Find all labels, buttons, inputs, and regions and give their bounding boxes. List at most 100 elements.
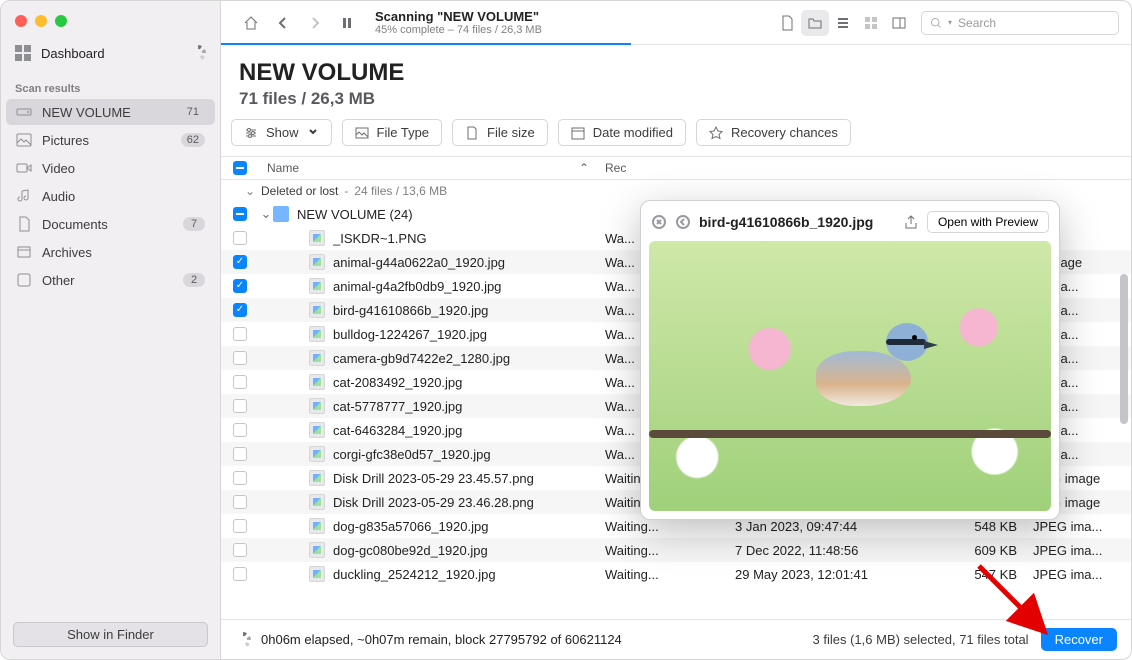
file-name: duckling_2524212_1920.jpg <box>333 567 496 582</box>
vertical-scrollbar[interactable] <box>1118 234 1130 604</box>
checkbox[interactable] <box>233 279 247 293</box>
chevron-down-icon <box>307 125 319 140</box>
sidebar-item-label: Pictures <box>42 133 89 148</box>
view-folder-icon[interactable] <box>801 10 829 36</box>
file-icon <box>309 350 325 366</box>
window-close[interactable] <box>15 15 27 27</box>
sidebar-item-dashboard[interactable]: Dashboard <box>1 37 220 69</box>
sidebar-item-audio[interactable]: Audio <box>6 183 215 209</box>
scan-progress-bar <box>221 43 631 45</box>
recover-button[interactable]: Recover <box>1041 628 1117 651</box>
file-icon <box>309 230 325 246</box>
file-size-label: File size <box>487 125 535 140</box>
sidebar-item-label: Other <box>42 273 75 288</box>
share-icon[interactable] <box>903 214 919 230</box>
checkbox[interactable] <box>233 303 247 317</box>
sidebar-item-other[interactable]: Other 2 <box>6 267 215 293</box>
file-size-filter[interactable]: File size <box>452 119 548 146</box>
group-header[interactable]: ⌄ Deleted or lost - 24 files / 13,6 MB <box>221 180 1131 202</box>
file-name: cat-5778777_1920.jpg <box>333 399 462 414</box>
pause-icon[interactable] <box>333 10 361 36</box>
checkbox[interactable] <box>233 255 247 269</box>
home-icon[interactable] <box>237 10 265 36</box>
sidebar-item-pictures[interactable]: Pictures 62 <box>6 127 215 153</box>
checkbox[interactable] <box>233 543 247 557</box>
spinner-icon <box>190 45 206 61</box>
file-icon <box>309 326 325 342</box>
previous-icon[interactable] <box>675 214 691 230</box>
checkbox[interactable] <box>233 471 247 485</box>
sidebar-item-new-volume[interactable]: NEW VOLUME 71 <box>6 99 215 125</box>
sidebar-item-count: 2 <box>183 273 205 287</box>
checkbox[interactable] <box>233 351 247 365</box>
select-all-checkbox[interactable] <box>233 161 247 175</box>
checkbox[interactable] <box>233 375 247 389</box>
open-with-preview-button[interactable]: Open with Preview <box>927 211 1049 233</box>
scan-subtitle: 45% complete – 74 files / 26,3 MB <box>375 24 542 36</box>
sliders-icon <box>244 126 258 140</box>
checkbox[interactable] <box>233 231 247 245</box>
sidebar-item-label: Archives <box>42 245 92 260</box>
show-filter[interactable]: Show <box>231 119 332 146</box>
file-name: animal-g44a0622a0_1920.jpg <box>333 255 505 270</box>
recovery-chances-filter[interactable]: Recovery chances <box>696 119 851 146</box>
file-icon <box>309 254 325 270</box>
sidebar-item-label: Video <box>42 161 75 176</box>
checkbox[interactable] <box>233 567 247 581</box>
recovery-status: Waiting... <box>597 543 727 558</box>
table-row[interactable]: dog-gc080be92d_1920.jpgWaiting...7 Dec 2… <box>221 538 1131 562</box>
file-name: bulldog-1224267_1920.jpg <box>333 327 487 342</box>
sidebar-item-documents[interactable]: Documents 7 <box>6 211 215 237</box>
document-icon <box>465 126 479 140</box>
file-date: 29 May 2023, 12:01:41 <box>727 567 947 582</box>
checkbox[interactable] <box>233 207 247 221</box>
sidebar-item-count: 7 <box>183 217 205 231</box>
file-type-filter[interactable]: File Type <box>342 119 443 146</box>
file-name: cat-2083492_1920.jpg <box>333 375 462 390</box>
search-input[interactable]: ▾ Search <box>921 11 1119 35</box>
file-icon <box>309 302 325 318</box>
view-document-icon[interactable] <box>773 10 801 36</box>
file-icon <box>309 566 325 582</box>
other-icon <box>16 272 32 288</box>
window-minimize[interactable] <box>35 15 47 27</box>
checkbox[interactable] <box>233 519 247 533</box>
view-grid-icon[interactable] <box>857 10 885 36</box>
forward-icon[interactable] <box>301 10 329 36</box>
page-subtitle: 71 files / 26,3 MB <box>239 89 1113 109</box>
sidebar-item-archives[interactable]: Archives <box>6 239 215 265</box>
show-in-finder-button[interactable]: Show in Finder <box>13 622 208 647</box>
recovery-chances-label: Recovery chances <box>731 125 838 140</box>
file-size: 548 KB <box>947 519 1025 534</box>
show-label: Show <box>266 125 299 140</box>
checkbox[interactable] <box>233 423 247 437</box>
checkbox[interactable] <box>233 447 247 461</box>
column-recovery[interactable]: Rec <box>597 161 727 175</box>
toggle-sidebar-icon[interactable] <box>885 10 913 36</box>
sidebar-item-count: 62 <box>181 133 205 147</box>
date-modified-filter[interactable]: Date modified <box>558 119 686 146</box>
file-icon <box>309 374 325 390</box>
view-list-icon[interactable] <box>829 10 857 36</box>
window-zoom[interactable] <box>55 15 67 27</box>
drive-icon <box>16 104 32 120</box>
file-name: Disk Drill 2023-05-29 23.46.28.png <box>333 495 534 510</box>
column-name[interactable]: Name⌃ <box>259 161 597 175</box>
file-icon <box>309 518 325 534</box>
recovery-status: Waiting... <box>597 567 727 582</box>
sidebar-item-video[interactable]: Video <box>6 155 215 181</box>
file-type: JPEG ima... <box>1025 543 1115 558</box>
file-date: 7 Dec 2022, 11:48:56 <box>727 543 947 558</box>
checkbox[interactable] <box>233 399 247 413</box>
file-icon <box>309 446 325 462</box>
chevron-down-icon: ⌄ <box>259 206 273 222</box>
file-name: corgi-gfc38e0d57_1920.jpg <box>333 447 491 462</box>
back-icon[interactable] <box>269 10 297 36</box>
table-row[interactable]: duckling_2524212_1920.jpg Waiting...29 Ma… <box>221 562 1131 586</box>
close-icon[interactable] <box>651 214 667 230</box>
dashboard-icon <box>15 45 31 61</box>
folder-icon <box>273 206 289 222</box>
sort-asc-icon: ⌃ <box>579 161 589 175</box>
checkbox[interactable] <box>233 327 247 341</box>
checkbox[interactable] <box>233 495 247 509</box>
